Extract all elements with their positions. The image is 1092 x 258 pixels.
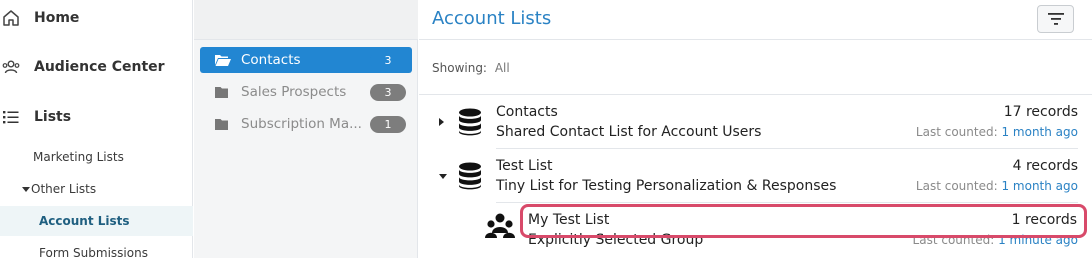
nav-label-lists: Lists [34, 109, 72, 125]
folder-label: Subscription Ma... [241, 116, 362, 132]
nav-sub-label: Marketing Lists [33, 150, 124, 164]
folder-count-badge: 3 [370, 52, 406, 69]
highlight-box [520, 204, 1087, 238]
nav-label-home: Home [34, 10, 80, 26]
list-name: Contacts [496, 104, 558, 120]
folder-item-contacts[interactable]: Contacts 3 [200, 47, 412, 73]
expand-icon[interactable] [439, 118, 444, 126]
main-header: Account Lists [419, 0, 1092, 40]
caret-down-icon [22, 186, 30, 192]
last-counted: Last counted: 1 month ago [916, 125, 1078, 139]
list-description: Shared Contact List for Account Users [496, 124, 762, 140]
showing-filter: Showing: All [432, 61, 510, 75]
main-panel: Account Lists Showing: All Contacts Shar… [419, 0, 1092, 258]
nav-sub-label: Account Lists [39, 214, 130, 228]
left-nav: Home Audience Center Lists Marketing Lis… [0, 0, 193, 258]
last-counted: Last counted: 1 month ago [916, 179, 1078, 193]
list-name: Test List [496, 158, 553, 174]
folder-item-subscription[interactable]: Subscription Ma... 1 [200, 111, 412, 137]
nav-sub-other-lists[interactable]: Other Lists [22, 174, 96, 204]
child-list-row-my-test-list[interactable]: My Test List 1 records Explicitly Select… [419, 202, 1092, 258]
nav-label-audience-center: Audience Center [34, 59, 165, 75]
showing-label: Showing: [432, 61, 487, 75]
showing-value: All [494, 61, 510, 75]
folder-count-badge: 3 [370, 84, 406, 101]
nav-item-audience-center[interactable]: Audience Center [0, 49, 193, 85]
list-row-test-list[interactable]: Test List Tiny List for Testing Personal… [419, 154, 1092, 202]
nav-sub-account-lists[interactable]: Account Lists [0, 206, 193, 236]
nav-item-lists[interactable]: Lists [0, 99, 193, 135]
folder-icon [215, 87, 228, 98]
folder-item-sales-prospects[interactable]: Sales Prospects 3 [200, 79, 412, 105]
divider [419, 94, 1092, 95]
folder-icon [215, 119, 228, 130]
nav-sub-form-submissions[interactable]: Form Submissions [39, 238, 148, 258]
folder-panel-header [194, 0, 418, 40]
group-icon [485, 213, 515, 238]
nav-sub-label: Form Submissions [39, 246, 148, 258]
folder-count-badge: 1 [370, 116, 406, 133]
nav-item-home[interactable]: Home [0, 0, 193, 36]
last-counted-label: Last counted: [915, 179, 998, 193]
collapse-icon[interactable] [439, 174, 447, 179]
list-icon [3, 111, 19, 124]
page-title: Account Lists [432, 8, 552, 29]
nav-sub-label: Other Lists [31, 182, 97, 196]
folder-label: Contacts [241, 52, 301, 68]
database-icon [459, 162, 481, 190]
audience-icon [2, 60, 20, 74]
list-description: Tiny List for Testing Personalization & … [496, 178, 837, 194]
filter-icon [1047, 13, 1064, 25]
record-count: 17 records [1003, 104, 1078, 120]
last-counted-label: Last counted: [915, 125, 998, 139]
last-counted-link[interactable]: 1 month ago [1001, 125, 1078, 139]
home-icon [3, 10, 19, 26]
folder-open-icon [215, 55, 231, 66]
database-icon [459, 108, 481, 136]
nav-sub-marketing-lists[interactable]: Marketing Lists [33, 142, 124, 172]
list-row-contacts[interactable]: Contacts Shared Contact List for Account… [419, 100, 1092, 148]
divider [496, 148, 1078, 149]
folder-label: Sales Prospects [241, 84, 347, 100]
record-count: 4 records [1012, 158, 1078, 174]
last-counted-link[interactable]: 1 month ago [1001, 179, 1078, 193]
folder-panel: Contacts 3 Sales Prospects 3 Subscriptio… [194, 0, 418, 258]
filter-button[interactable] [1037, 5, 1074, 33]
